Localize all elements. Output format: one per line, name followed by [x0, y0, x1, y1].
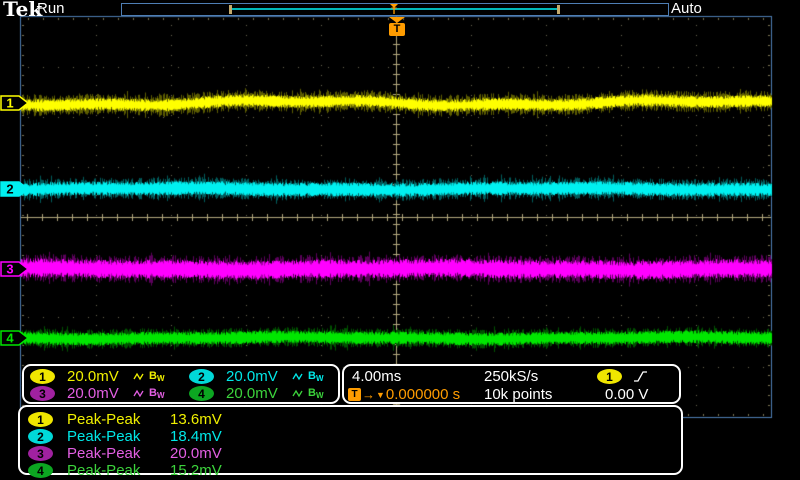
channel-scale-readout-box: 1 20.0mV BW 2 20.0mV BW 3 20.0mV BW 4	[22, 364, 340, 404]
measurement-value: 20.0mV	[170, 445, 222, 462]
measurement-name: Peak-Peak	[67, 445, 140, 462]
trigger-flag-t-icon: T	[389, 23, 405, 36]
channel-3-badge: 3	[28, 446, 53, 461]
measurement-row-ch2: 2 Peak-Peak 18.4mV	[28, 428, 678, 445]
acquisition-status: Run	[37, 0, 65, 17]
channel-4-badge: 4	[28, 463, 53, 478]
trigger-position-value: 0.000000 s	[386, 386, 460, 403]
trigger-level-value: 0.00 V	[605, 386, 648, 403]
svg-text:1: 1	[6, 96, 13, 111]
oscilloscope-screen: Tek Run Auto T T 1 2 3 4 1 20.0mV BW	[0, 0, 800, 480]
channel-1-scale: 20.0mV	[67, 368, 129, 385]
channel-1-badge: 1	[30, 369, 55, 384]
svg-text:2: 2	[6, 182, 13, 197]
trigger-position-readout: T → ▼ 0.000000 s	[348, 386, 460, 403]
svg-text:4: 4	[6, 331, 14, 346]
measurement-row-ch4: 4 Peak-Peak 15.2mV	[28, 462, 678, 479]
trigger-position-flag: T	[388, 17, 406, 36]
acquisition-window-left-bracket-icon	[229, 5, 232, 14]
bandwidth-limit-icon: BW	[308, 387, 324, 400]
measurement-value: 18.4mV	[170, 428, 222, 445]
trigger-mode-status: Auto	[671, 0, 702, 17]
measurement-row-ch1: 1 Peak-Peak 13.6mV	[28, 411, 678, 428]
channel-3-readout: 3 20.0mV BW	[30, 385, 165, 402]
arrow-right-icon: →	[362, 388, 375, 401]
channel-2-position-marker: 2	[0, 180, 30, 198]
rising-edge-slope-icon	[633, 369, 648, 384]
acquisition-window-right-bracket-icon	[557, 5, 560, 14]
channel-1-coupling-icons: BW	[133, 370, 165, 383]
acquisition-preview-bar: T	[121, 3, 669, 16]
ac-coupling-icon	[292, 371, 305, 382]
channel-4-scale: 20.0mV	[226, 385, 288, 402]
channel-3-coupling-icons: BW	[133, 387, 165, 400]
measurement-name: Peak-Peak	[67, 428, 140, 445]
bandwidth-limit-icon: BW	[149, 370, 165, 383]
bandwidth-limit-icon: BW	[308, 370, 324, 383]
measurement-value: 13.6mV	[170, 411, 222, 428]
channel-4-readout: 4 20.0mV BW	[189, 385, 324, 402]
trigger-small-t-icon: T	[386, 8, 402, 15]
channel-2-coupling-icons: BW	[292, 370, 324, 383]
channel-4-coupling-icons: BW	[292, 387, 324, 400]
channel-2-badge: 2	[28, 429, 53, 444]
ac-coupling-icon	[133, 371, 146, 382]
channel-3-scale: 20.0mV	[67, 385, 129, 402]
svg-text:3: 3	[6, 262, 13, 277]
channel-1-position-marker: 1	[0, 94, 30, 112]
channel-4-position-marker: 4	[0, 329, 30, 347]
measurement-box: 1 Peak-Peak 13.6mV 2 Peak-Peak 18.4mV 3 …	[18, 405, 683, 475]
measurement-value: 15.2mV	[170, 462, 222, 479]
channel-4-badge: 4	[189, 386, 214, 401]
ac-coupling-icon	[292, 388, 305, 399]
measurement-name: Peak-Peak	[67, 411, 140, 428]
ac-coupling-icon	[133, 388, 146, 399]
horizontal-trigger-readout-box: 4.00ms 250kS/s 1 T → ▼ 0.000000 s 10k po…	[342, 364, 681, 404]
bandwidth-limit-icon: BW	[149, 387, 165, 400]
channel-1-readout: 1 20.0mV BW	[30, 368, 165, 385]
measurement-row-ch3: 3 Peak-Peak 20.0mV	[28, 445, 678, 462]
channel-1-badge: 1	[28, 412, 53, 427]
channel-2-badge: 2	[189, 369, 214, 384]
channel-2-readout: 2 20.0mV BW	[189, 368, 324, 385]
sample-rate: 250kS/s	[484, 368, 538, 385]
record-length: 10k points	[484, 386, 552, 403]
horizontal-scale: 4.00ms	[352, 368, 401, 385]
channel-3-badge: 3	[30, 386, 55, 401]
trigger-level-marker-icon: ▼	[376, 390, 385, 400]
acquisition-trigger-position-icon: T	[386, 4, 402, 15]
channel-2-scale: 20.0mV	[226, 368, 288, 385]
measurement-name: Peak-Peak	[67, 462, 140, 479]
channel-3-position-marker: 3	[0, 260, 30, 278]
trigger-t-icon: T	[348, 388, 361, 401]
trigger-source-badge: 1	[597, 369, 622, 384]
